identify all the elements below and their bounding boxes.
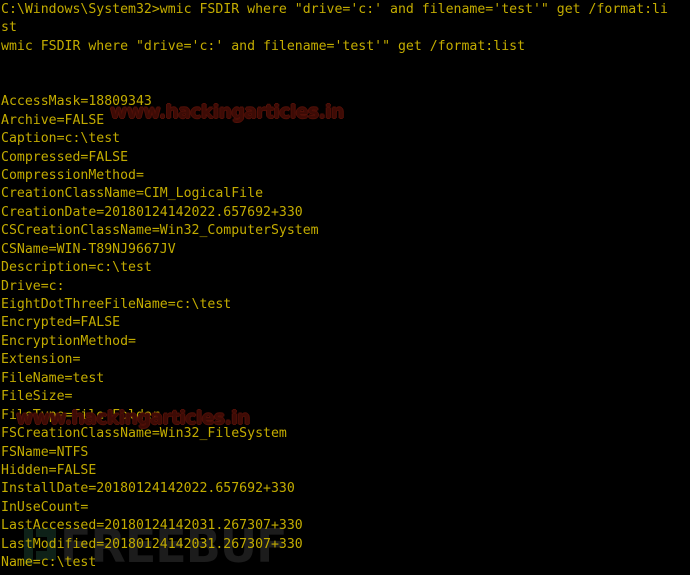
console-line: CompressionMethod=	[1, 167, 144, 183]
console-line: CSName=WIN-T89NJ9667JV	[1, 241, 176, 257]
console-line: Caption=c:\test	[1, 131, 121, 147]
console-line: Description=c:\test	[1, 260, 152, 276]
console-line: AccessMask=18809343	[1, 94, 152, 110]
console-line: FileName=test	[1, 370, 105, 386]
console-line: LastAccessed=20180124142031.267307+330	[1, 518, 303, 534]
console-line: CSCreationClassName=Win32_ComputerSystem	[1, 223, 319, 239]
console-line: Hidden=FALSE	[1, 462, 97, 478]
console-line: Drive=c:	[1, 278, 65, 294]
console-line: CreationDate=20180124142022.657692+330	[1, 204, 303, 220]
console-line: InUseCount=	[1, 499, 89, 515]
console-line: Extension=	[1, 352, 81, 368]
console-line: Name=c:\test	[1, 555, 97, 571]
console-line: Compressed=FALSE	[1, 149, 129, 165]
console-line: FSCreationClassName=Win32_FileSystem	[1, 426, 287, 442]
console-line: Archive=FALSE	[1, 112, 105, 128]
console-line: EightDotThreeFileName=c:\test	[1, 297, 232, 312]
console-line: InstallDate=20180124142022.657692+330	[1, 481, 295, 497]
console-line: CreationClassName=CIM_LogicalFile	[1, 186, 264, 202]
console-line: FileType=File Folder	[1, 407, 160, 423]
console-line: FileSize=	[1, 389, 73, 405]
console-line: wmic FSDIR where "drive='c:' and filenam…	[1, 38, 526, 54]
console-line: LastModified=20180124142031.267307+330	[1, 536, 303, 552]
command-prompt-window[interactable]: FREEBUF C:\Windows\System32>wmic FSDIR w…	[0, 0, 690, 575]
console-line: EncryptionMethod=	[1, 333, 136, 349]
console-line: FSName=NTFS	[1, 444, 89, 460]
console-line: Encrypted=FALSE	[1, 315, 121, 331]
console-line: st	[1, 20, 17, 36]
console-output-text: C:\Windows\System32>wmic FSDIR where "dr…	[1, 1, 690, 575]
console-line: C:\Windows\System32>wmic FSDIR where "dr…	[1, 2, 668, 17]
